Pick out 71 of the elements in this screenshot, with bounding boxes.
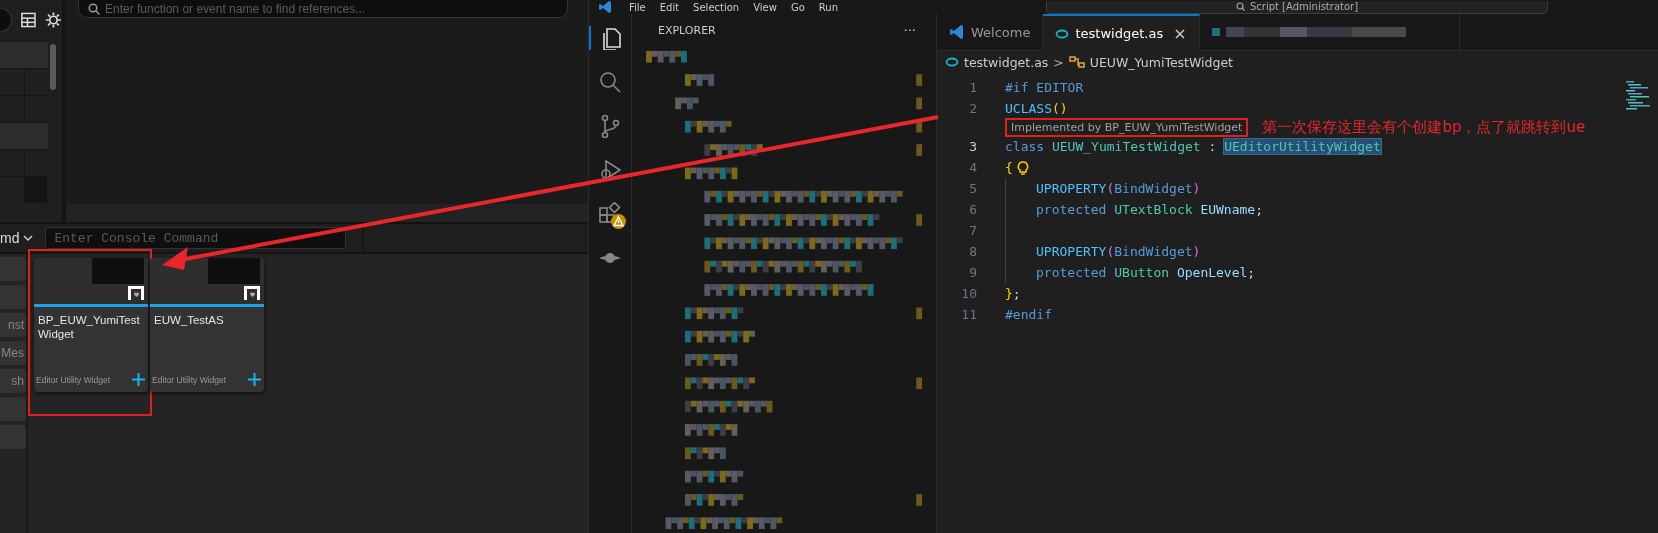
caret-icon [23, 234, 34, 242]
plus-icon[interactable] [248, 373, 261, 386]
line-number: 4 [968, 160, 978, 175]
file-type-icon [945, 57, 959, 67]
line-number: 10 [960, 286, 978, 301]
code-line: #if EDITOR [1005, 79, 1084, 97]
asset-type: Editor Utility Widget [36, 374, 111, 385]
search-icon[interactable] [598, 70, 622, 94]
menu-item[interactable]: View [753, 1, 777, 13]
asset-tile[interactable]: EUW_TestAS Editor Utility Widget [150, 258, 264, 392]
vscode-logo-icon [599, 1, 613, 13]
line-number: 7 [968, 223, 978, 238]
command-center[interactable]: Script [Administrator] [1046, 0, 1548, 14]
search-icon [1235, 2, 1245, 11]
filter-button[interactable]: Mes [0, 341, 26, 365]
code-line: protected UTextBlock EUWname; [1005, 199, 1263, 220]
line-number: 11 [960, 307, 978, 322]
vscode-logo-icon [949, 24, 965, 40]
breadcrumb-separator: > [1053, 54, 1064, 70]
breadcrumb-item[interactable]: UEUW_YumiTestWidget [1089, 54, 1233, 70]
line-number: 6 [968, 202, 978, 217]
editor-tab[interactable]: testwidget.as × [1043, 14, 1200, 51]
asset-name: EUW_TestAS [153, 313, 225, 328]
code-line: UPROPERTY(BindWidget) [1005, 178, 1201, 199]
line-number: 8 [968, 244, 978, 259]
thumbnail [92, 258, 144, 284]
extensions-icon[interactable] [598, 202, 622, 226]
thumbnail [208, 258, 260, 284]
minimap-drawing[interactable] [1626, 81, 1650, 113]
file-type-icon [1211, 28, 1220, 36]
console-mode-dropdown[interactable]: md [0, 230, 34, 246]
code-line: UPROPERTY(BindWidget) [1005, 241, 1201, 262]
console-input[interactable]: Enter Console Command [45, 227, 347, 249]
asset-type: Editor Utility Widget [152, 374, 227, 385]
settings-icon[interactable] [45, 11, 62, 29]
annotation-note: 第一次保存这里会有个创建bp，点了就跳转到ue [1262, 118, 1586, 137]
menu-item[interactable]: Run [818, 1, 838, 13]
menu-item[interactable]: Edit [659, 1, 680, 13]
close-tab-button[interactable]: × [1173, 24, 1187, 43]
code-line: protected UButton OpenLevel; [1005, 262, 1256, 283]
code-line: UCLASS() [1005, 100, 1068, 118]
more-actions-button[interactable]: ··· [903, 23, 916, 38]
asset-name: BP_EUW_YumiTestWidget [37, 313, 141, 342]
code-line: #endif [1005, 306, 1052, 324]
code-line: }; [1005, 285, 1021, 303]
line-number: 9 [968, 265, 978, 280]
code-line: class UEUW_YumiTestWidget : UEditorUtilityWidget [1005, 138, 1381, 156]
line-number: 2 [968, 101, 978, 116]
asset-tile[interactable]: BP_EUW_YumiTestWidget Editor Utility Widget [34, 258, 148, 392]
menu-item[interactable]: File [629, 1, 646, 13]
line-number: 5 [968, 181, 978, 196]
plus-icon[interactable] [132, 373, 145, 386]
search-icon [88, 3, 100, 15]
scrollbar[interactable] [50, 44, 56, 90]
breadcrumb-item[interactable]: testwidget.as [964, 54, 1049, 70]
menu-item[interactable]: Go [790, 1, 805, 13]
filter-button[interactable]: sh [0, 369, 26, 393]
filter-button[interactable]: nst [0, 313, 26, 337]
widget-icon [244, 285, 260, 301]
codelens-link[interactable]: Implemented by BP_EUW_YumiTestWidget [1005, 118, 1249, 137]
panel-title: EXPLORER [658, 24, 716, 37]
file-type-icon [1055, 28, 1070, 39]
line-number: 3 [968, 139, 978, 154]
find-references-field[interactable]: Enter function or event name to find references... [78, 0, 568, 18]
widget-icon [128, 285, 144, 301]
code-line: { [1005, 159, 1013, 177]
line-number: 1 [968, 80, 978, 95]
menu-item[interactable]: Selection [693, 1, 740, 13]
class-symbol-icon [1068, 55, 1085, 69]
table-icon[interactable] [20, 11, 38, 29]
lightbulb-icon[interactable] [1015, 159, 1030, 176]
